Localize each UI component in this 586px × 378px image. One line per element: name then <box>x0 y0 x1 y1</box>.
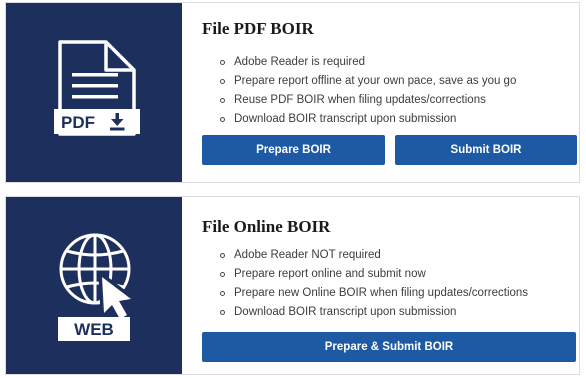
online-boir-card: WEB File Online BOIR Adobe Reader NOT re… <box>5 196 580 375</box>
web-card-title: File Online BOIR <box>202 217 331 236</box>
pdf-document-icon: PDF <box>54 40 140 136</box>
list-item: Download BOIR transcript upon submission <box>220 110 516 129</box>
prepare-boir-button[interactable]: Prepare BOIR <box>202 135 385 165</box>
globe-icon: WEB <box>58 233 135 341</box>
web-card-content: File Online BOIR Adobe Reader NOT requir… <box>202 197 579 374</box>
web-icon-label: WEB <box>74 320 114 339</box>
submit-boir-button[interactable]: Submit BOIR <box>395 135 577 165</box>
pdf-icon-panel: PDF <box>6 3 182 182</box>
web-icon-panel: WEB <box>6 197 182 374</box>
pdf-card-title: File PDF BOIR <box>202 19 314 38</box>
pdf-bullet-list: Adobe Reader is required Prepare report … <box>220 53 516 129</box>
list-item: Adobe Reader is required <box>220 53 516 72</box>
list-item: Prepare new Online BOIR when filing upda… <box>220 284 528 303</box>
web-bullet-list: Adobe Reader NOT required Prepare report… <box>220 246 528 322</box>
list-item: Reuse PDF BOIR when filing updates/corre… <box>220 91 516 110</box>
list-item: Prepare report offline at your own pace,… <box>220 72 516 91</box>
pdf-card-content: File PDF BOIR Adobe Reader is required P… <box>202 3 579 182</box>
prepare-and-submit-boir-button[interactable]: Prepare & Submit BOIR <box>202 332 576 362</box>
pdf-boir-card: PDF File PDF BOIR Adobe Reader is requir… <box>5 2 580 183</box>
pdf-icon-label: PDF <box>61 113 95 132</box>
list-item: Prepare report online and submit now <box>220 265 528 284</box>
list-item: Download BOIR transcript upon submission <box>220 303 528 322</box>
list-item: Adobe Reader NOT required <box>220 246 528 265</box>
